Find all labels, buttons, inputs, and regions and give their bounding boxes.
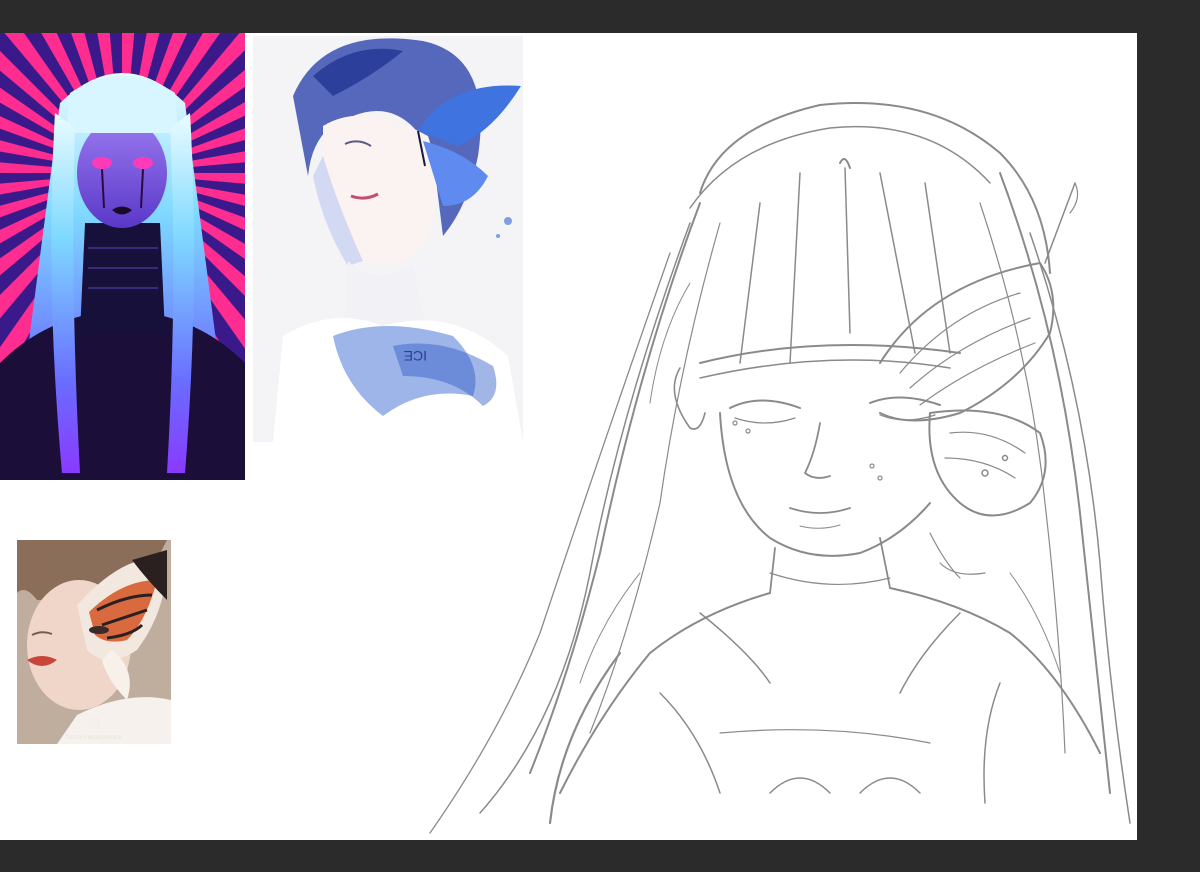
reference-logo-mark: M [87,716,101,731]
reference-image-butterfly-makeup[interactable]: M DEEPLY MEMORABLE [17,540,171,744]
reference-image-butterfly-boy[interactable]: ICE [253,36,523,442]
reference-image-purple-hair-girl[interactable] [0,33,245,480]
reference-caption: DEEPLY MEMORABLE [65,735,123,741]
shirt-lettering: ICE [404,348,427,364]
butterfly-boy-artwork: ICE [253,36,523,442]
drawing-app: { "workspace": { "background_color": "#2… [0,0,1200,872]
butterfly-makeup-artwork [17,540,171,744]
purple-hair-girl-artwork [0,33,245,480]
drawing-canvas[interactable]: ICE M DEEPLY MEMORABLE [0,33,1137,840]
